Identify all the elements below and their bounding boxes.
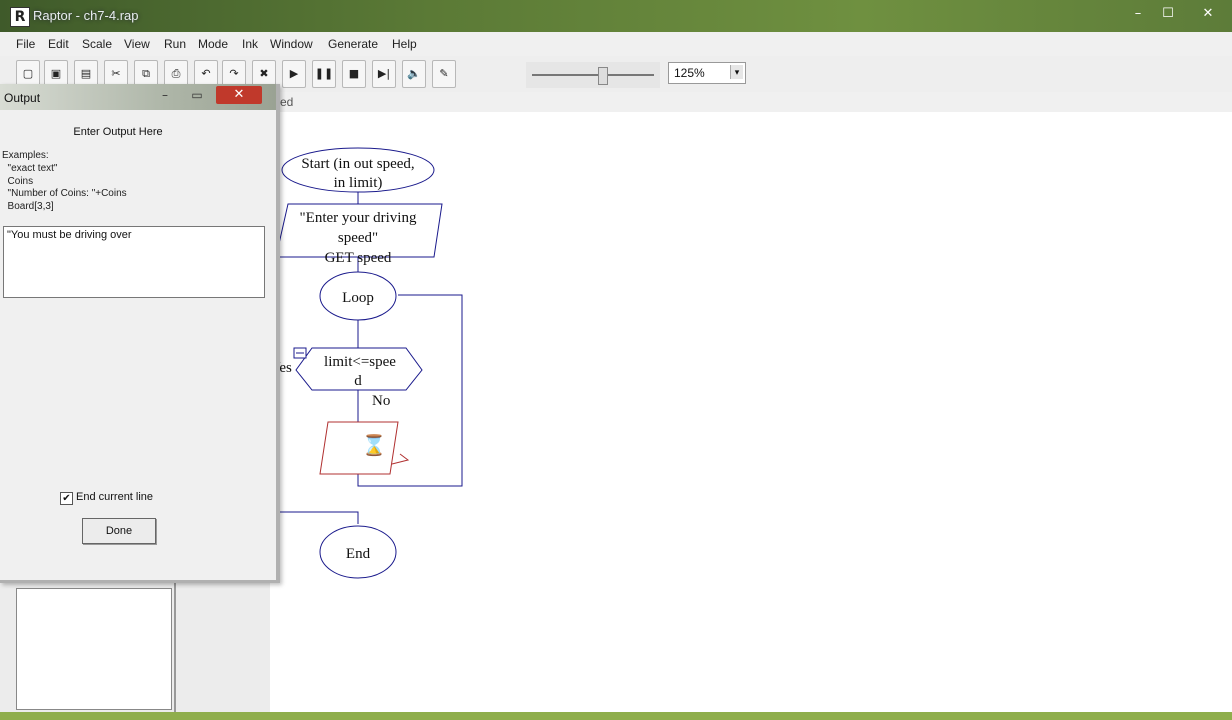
output-label-2: speed" <box>338 230 378 246</box>
slider-track <box>532 74 654 76</box>
speaker-icon[interactable]: 🔈 <box>402 60 426 88</box>
maximize-button[interactable]: ☐ <box>1154 4 1182 24</box>
zoom-value: 125% <box>674 66 705 80</box>
pane-divider[interactable] <box>174 580 176 712</box>
tab-main-label: ed <box>280 95 294 109</box>
play-icon[interactable]: ▶ <box>282 60 306 88</box>
example-line: Board[3,3] <box>2 201 54 212</box>
no-label: No <box>372 393 390 409</box>
output-dialog: Output – ▭ ✕ Enter Output Here Examples:… <box>0 84 280 583</box>
output-text-input[interactable]: "You must be driving over <box>3 226 265 298</box>
start-label-2: in limit) <box>334 175 383 191</box>
menu-window[interactable]: Window <box>270 37 313 51</box>
done-button[interactable]: Done <box>82 518 156 544</box>
minimize-button[interactable]: – <box>1124 4 1152 24</box>
menu-run[interactable]: Run <box>164 37 186 51</box>
dialog-title-bar[interactable]: Output – ▭ ✕ <box>0 84 276 110</box>
pause-icon[interactable]: ❚❚ <box>312 60 336 88</box>
dialog-heading: Enter Output Here <box>73 126 163 138</box>
dialog-close-button[interactable]: ✕ <box>216 86 262 104</box>
decision-label-1: limit<=spee <box>324 354 396 370</box>
menu-view[interactable]: View <box>124 37 150 51</box>
end-current-line-checkbox[interactable]: ✔ <box>60 492 73 505</box>
flowchart-canvas[interactable]: Start (in out speed, in limit) "Enter yo… <box>270 112 1232 712</box>
example-line: Coins <box>2 176 34 187</box>
chevron-down-icon[interactable]: ▾ <box>730 65 743 79</box>
loop-label: Loop <box>342 290 374 306</box>
zoom-select[interactable]: 125% ▾ <box>668 62 746 84</box>
slider-thumb[interactable] <box>598 67 609 85</box>
end-label: End <box>346 546 371 562</box>
dialog-title: Output <box>4 91 41 105</box>
menu-bar: File Edit Scale View Run Mode Ink Window… <box>0 32 1232 56</box>
menu-scale[interactable]: Scale <box>82 37 112 51</box>
close-button[interactable]: ✕ <box>1194 4 1222 24</box>
decision-label-2: d <box>354 373 362 389</box>
title-bar: R Raptor - ch7-4.rap – ☐ ✕ <box>0 0 1232 32</box>
menu-file[interactable]: File <box>16 37 35 51</box>
connector-exit-end <box>270 511 359 524</box>
end-current-line-label: End current line <box>76 491 154 503</box>
menu-generate[interactable]: Generate <box>328 37 378 51</box>
example-line: "exact text" <box>2 163 58 174</box>
pen-icon[interactable]: ✎ <box>432 60 456 88</box>
symbols-panel[interactable] <box>16 588 172 710</box>
menu-edit[interactable]: Edit <box>48 37 69 51</box>
dialog-minimize-button[interactable]: – <box>152 86 178 104</box>
start-label-1: Start (in out speed, <box>301 156 414 172</box>
window-title: Raptor - ch7-4.rap <box>33 8 139 23</box>
execution-speed-slider[interactable] <box>526 62 660 88</box>
example-line: "Number of Coins: "+Coins <box>2 188 127 199</box>
step-icon[interactable]: ▶| <box>372 60 396 88</box>
menu-ink[interactable]: Ink <box>242 37 258 51</box>
dialog-maximize-button[interactable]: ▭ <box>184 86 210 104</box>
flowchart-diagram: Start (in out speed, in limit) "Enter yo… <box>270 147 463 579</box>
output-label-1: "Enter your driving <box>300 210 417 226</box>
red-arrow-icon <box>391 453 410 465</box>
input-label: GET speed <box>325 250 392 266</box>
examples-heading: Examples: <box>2 150 49 161</box>
stop-icon[interactable]: ■ <box>342 60 366 88</box>
hourglass-icon: ⌛ <box>362 433 387 457</box>
menu-mode[interactable]: Mode <box>198 37 228 51</box>
tab-main[interactable]: ed <box>280 92 360 112</box>
menu-help[interactable]: Help <box>392 37 417 51</box>
raptor-logo-icon: R <box>10 7 30 27</box>
